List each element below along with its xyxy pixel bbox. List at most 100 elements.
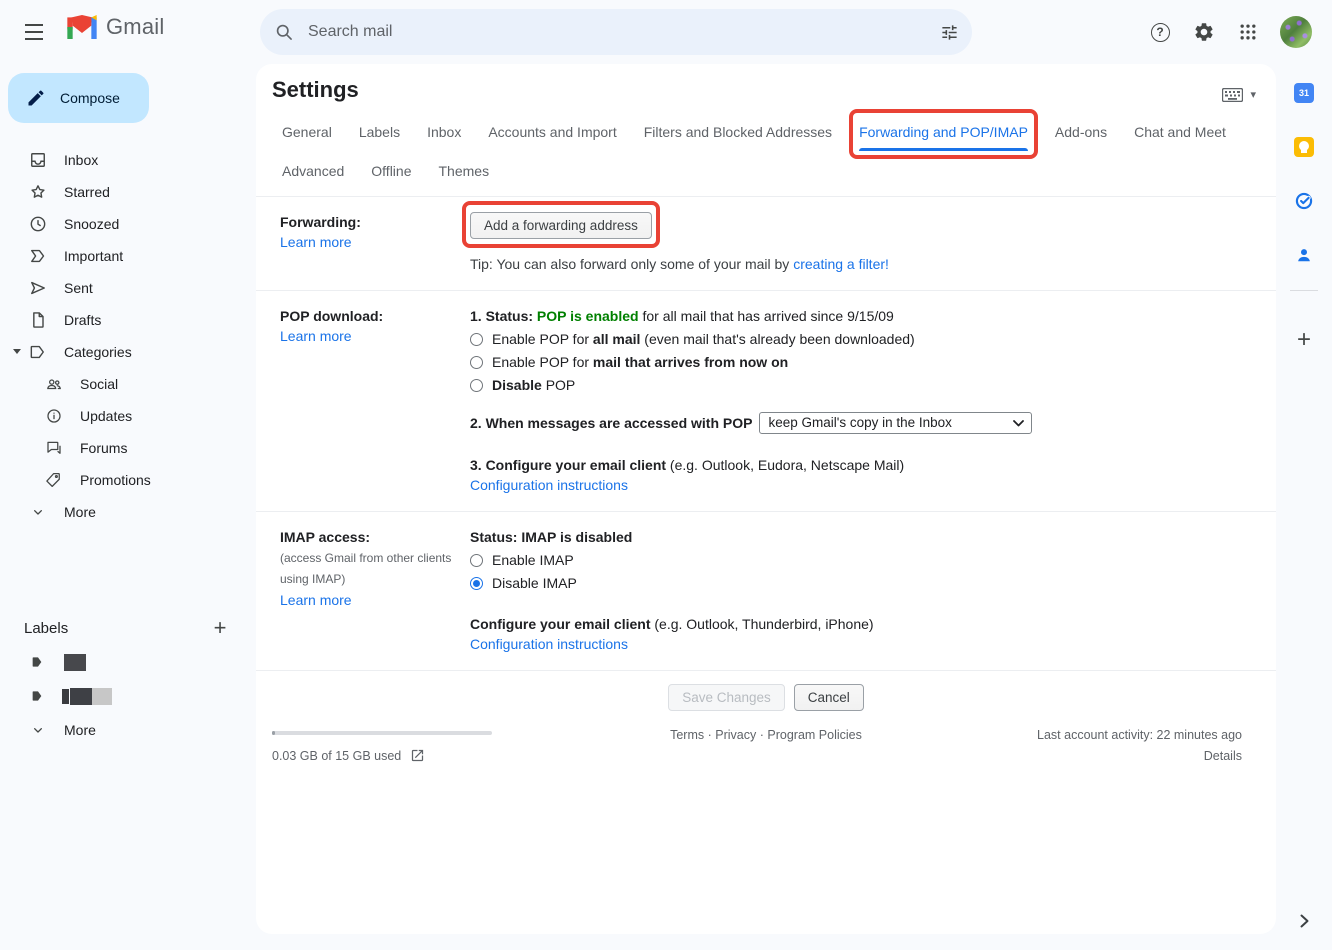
compose-button[interactable]: Compose xyxy=(8,73,149,123)
external-link-icon[interactable] xyxy=(410,748,425,763)
sidebar-item-updates[interactable]: Updates xyxy=(0,400,256,432)
tab-inbox[interactable]: Inbox xyxy=(427,124,461,140)
left-sidebar: Compose Inbox Starred Snoozed Important xyxy=(0,64,256,950)
radio-checked-icon[interactable] xyxy=(470,577,483,590)
active-tab-underline xyxy=(859,148,1028,151)
form-actions: Save Changes Cancel xyxy=(256,670,1276,721)
search-bar xyxy=(260,9,972,55)
sidebar-item-social[interactable]: Social xyxy=(0,368,256,400)
create-label-icon[interactable]: + xyxy=(206,614,234,642)
calendar-icon[interactable]: 31 xyxy=(1284,73,1324,113)
sidebar-item-drafts[interactable]: Drafts xyxy=(0,304,256,336)
gmail-logo[interactable]: Gmail xyxy=(66,14,164,40)
sidebar-item-forums[interactable]: Forums xyxy=(0,432,256,464)
pop-status-line: 1. Status: POP is enabled for all mail t… xyxy=(470,306,1260,326)
user-avatar[interactable] xyxy=(1280,16,1312,48)
forwarding-label: Forwarding: xyxy=(280,212,470,232)
forwarding-tip: Tip: You can also forward only some of y… xyxy=(470,254,1260,274)
imap-configure-client-line: Configure your email client (e.g. Outloo… xyxy=(470,614,1260,634)
gmail-wordmark: Gmail xyxy=(106,14,164,40)
send-icon xyxy=(28,278,48,298)
tab-advanced[interactable]: Advanced xyxy=(282,163,344,179)
forwarding-learn-more-link[interactable]: Learn more xyxy=(280,234,352,250)
program-policies-link[interactable]: Program Policies xyxy=(767,728,861,742)
sidebar-item-starred[interactable]: Starred xyxy=(0,176,256,208)
redacted-label-name xyxy=(64,654,86,671)
clock-icon xyxy=(28,214,48,234)
imap-learn-more-link[interactable]: Learn more xyxy=(280,592,352,608)
expand-arrow-icon[interactable] xyxy=(13,349,21,354)
storage-usage-text: 0.03 GB of 15 GB used xyxy=(272,749,401,763)
imap-enable-option[interactable]: Enable IMAP xyxy=(470,550,1260,570)
tab-forwarding-and-pop-imap[interactable]: Forwarding and POP/IMAP xyxy=(859,124,1028,140)
sidebar-item-snoozed[interactable]: Snoozed xyxy=(0,208,256,240)
save-changes-button[interactable]: Save Changes xyxy=(668,684,785,711)
companion-panel: 31 + xyxy=(1276,64,1332,950)
top-bar: Gmail ? xyxy=(0,0,1332,64)
apps-grid-icon[interactable] xyxy=(1228,12,1268,52)
page-title: Settings xyxy=(272,77,359,103)
hide-side-panel-icon[interactable] xyxy=(1288,905,1320,937)
pop-download-section: POP download: Learn more 1. Status: POP … xyxy=(256,290,1276,511)
imap-disable-option[interactable]: Disable IMAP xyxy=(470,573,1260,593)
redacted-label-name xyxy=(92,688,112,705)
terms-link[interactable]: Terms xyxy=(670,728,704,742)
tab-accounts-and-import[interactable]: Accounts and Import xyxy=(488,124,616,140)
important-marker-icon xyxy=(28,246,48,266)
sidebar-item-more[interactable]: More xyxy=(0,496,256,528)
pop-configuration-instructions-link[interactable]: Configuration instructions xyxy=(470,477,628,493)
imap-status-line: Status: IMAP is disabled xyxy=(470,529,632,545)
privacy-link[interactable]: Privacy xyxy=(715,728,756,742)
pop-behavior-row: 2. When messages are accessed with POP k… xyxy=(470,412,1260,434)
keep-icon[interactable] xyxy=(1284,127,1324,167)
pop-behavior-select[interactable]: keep Gmail's copy in the Inbox xyxy=(759,412,1032,434)
labels-header: Labels + xyxy=(0,612,256,644)
tab-general[interactable]: General xyxy=(282,124,332,140)
add-forwarding-address-button[interactable]: Add a forwarding address xyxy=(470,212,652,239)
labels-more[interactable]: More xyxy=(0,714,256,746)
radio-unchecked-icon[interactable] xyxy=(470,379,483,392)
tab-chat-and-meet[interactable]: Chat and Meet xyxy=(1134,124,1226,140)
user-label-row[interactable] xyxy=(0,680,256,712)
tab-themes[interactable]: Themes xyxy=(439,163,490,179)
radio-unchecked-icon[interactable] xyxy=(470,333,483,346)
inbox-icon xyxy=(28,150,48,170)
storage-meter xyxy=(272,731,492,735)
radio-unchecked-icon[interactable] xyxy=(470,554,483,567)
footer-links: Terms · Privacy · Program Policies xyxy=(670,728,862,742)
pop-enable-all-mail-option[interactable]: Enable POP for all mail (even mail that'… xyxy=(470,329,1260,349)
get-add-ons-icon[interactable]: + xyxy=(1284,320,1324,360)
sidebar-item-categories[interactable]: Categories xyxy=(0,336,256,368)
imap-configuration-instructions-link[interactable]: Configuration instructions xyxy=(470,636,628,652)
dropdown-arrow-icon: ▾ xyxy=(1250,88,1256,101)
search-icon[interactable] xyxy=(260,9,308,55)
tab-add-ons[interactable]: Add-ons xyxy=(1055,124,1107,140)
sidebar-item-important[interactable]: Important xyxy=(0,240,256,272)
tab-labels[interactable]: Labels xyxy=(359,124,400,140)
settings-gear-icon[interactable] xyxy=(1184,12,1224,52)
redacted-label-name xyxy=(70,688,92,705)
pop-disable-option[interactable]: Disable POP xyxy=(470,375,1260,395)
panel-divider xyxy=(1290,290,1318,291)
sidebar-item-inbox[interactable]: Inbox xyxy=(0,144,256,176)
radio-unchecked-icon[interactable] xyxy=(470,356,483,369)
sidebar-item-promotions[interactable]: Promotions xyxy=(0,464,256,496)
gmail-m-icon xyxy=(66,14,98,40)
contacts-icon[interactable] xyxy=(1284,235,1324,275)
search-options-icon[interactable] xyxy=(926,9,972,55)
cancel-button[interactable]: Cancel xyxy=(794,684,864,711)
user-label-row[interactable] xyxy=(0,646,256,678)
input-tools-selector[interactable]: ▾ xyxy=(1222,86,1256,103)
chevron-down-icon xyxy=(28,504,48,520)
tab-filters-and-blocked-addresses[interactable]: Filters and Blocked Addresses xyxy=(644,124,832,140)
sidebar-item-sent[interactable]: Sent xyxy=(0,272,256,304)
help-icon[interactable]: ? xyxy=(1140,12,1180,52)
pop-learn-more-link[interactable]: Learn more xyxy=(280,328,352,344)
activity-details-link[interactable]: Details xyxy=(1037,749,1242,763)
tasks-icon[interactable] xyxy=(1284,181,1324,221)
main-menu-icon[interactable] xyxy=(14,12,54,52)
search-input[interactable] xyxy=(308,23,926,41)
creating-a-filter-link[interactable]: creating a filter! xyxy=(793,256,889,272)
tab-offline[interactable]: Offline xyxy=(371,163,411,179)
pop-enable-from-now-on-option[interactable]: Enable POP for mail that arrives from no… xyxy=(470,352,1260,372)
